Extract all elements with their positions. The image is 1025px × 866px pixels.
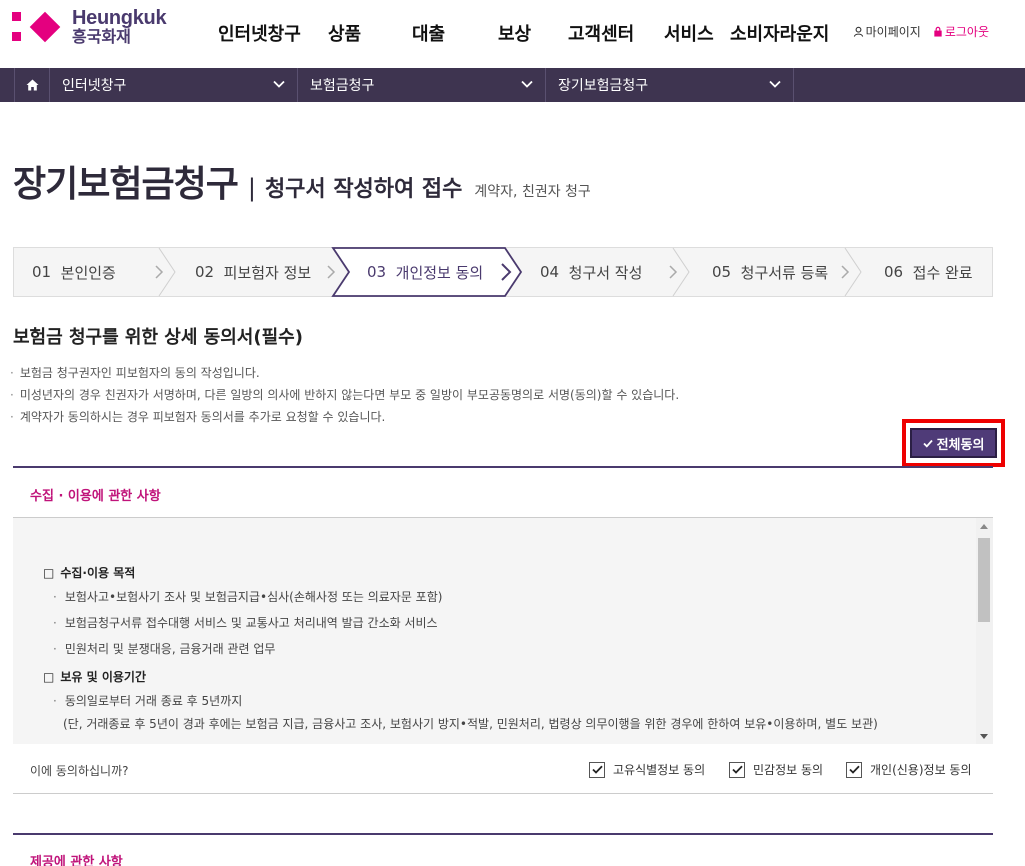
chevron-down-icon — [273, 80, 285, 88]
breadcrumb-label: 보험금청구 — [310, 78, 375, 94]
retention-heading: 보유 및 이용기간 — [43, 666, 963, 688]
checkbox-box[interactable] — [846, 761, 862, 778]
section-divider — [13, 833, 993, 835]
nav-item-loans[interactable]: 대출 — [412, 20, 498, 46]
page-title-sub: 청구서 작성하여 접수 — [264, 177, 463, 202]
chevron-down-icon — [769, 80, 781, 88]
home-button[interactable] — [14, 68, 50, 102]
step-label: 피보험자 정보 — [223, 263, 312, 282]
checkbox-box[interactable] — [729, 761, 745, 778]
notice-item: 보험금 청구권자인 피보험자의 동의 작성입니다. — [10, 362, 679, 384]
breadcrumb: 인터넷창구 보험금청구 장기보험금청구 — [0, 68, 1025, 102]
breadcrumb-label: 장기보험금청구 — [558, 78, 649, 94]
step-number: 05 — [712, 263, 732, 281]
checkbox-personal-credit-consent[interactable]: 개인(신용)정보 동의 — [846, 761, 972, 778]
step-label: 접수 완료 — [912, 263, 973, 282]
section-title: 보험금 청구를 위한 상세 동의서(필수) — [13, 327, 303, 348]
step-6: 06 접수 완료 — [884, 247, 973, 297]
checkbox-sensitive-info-consent[interactable]: 민감정보 동의 — [729, 761, 823, 778]
scroll-thumb[interactable] — [978, 538, 990, 622]
logo-name-ko: 흥국화재 — [72, 27, 131, 46]
agreement-row: 이에 동의하십니까? 고유식별정보 동의 민감정보 동의 개인(신용)정보 동의 — [13, 744, 993, 794]
progress-steps: 01 본인인증 02 피보험자 정보 03 개인정보 동의 04 청구서 작성 … — [13, 247, 993, 297]
home-icon — [26, 79, 38, 91]
lock-icon — [934, 26, 942, 37]
scroll-down-arrow-icon[interactable] — [980, 734, 988, 739]
purpose-item: 민원처리 및 분쟁대응, 금융거래 관련 업무 — [43, 636, 963, 662]
step-number: 01 — [32, 263, 52, 281]
purpose-item: 보험금청구서류 접수대행 서비스 및 교통사고 처리내역 발급 간소화 서비스 — [43, 610, 963, 636]
logo-mark-icon — [12, 10, 62, 44]
step-label: 개인정보 동의 — [395, 263, 484, 282]
page-title: 장기보험금청구 | 청구서 작성하여 접수 계약자, 친권자 청구 — [13, 155, 591, 207]
page-title-main: 장기보험금청구 — [13, 164, 239, 205]
scroll-up-arrow-icon[interactable] — [980, 524, 988, 529]
step-4: 04 청구서 작성 — [540, 247, 642, 297]
step-number: 03 — [367, 263, 387, 281]
consent-text-scrollbox[interactable]: 수집·이용 목적 보험사고•보험사기 조사 및 보험금지급•심사(손해사정 또는… — [13, 517, 993, 744]
breadcrumb-dropdown-claim[interactable]: 보험금청구 — [298, 68, 546, 102]
nav-item-products[interactable]: 상품 — [328, 20, 412, 46]
step-label: 청구서류 등록 — [740, 263, 829, 282]
step-2: 02 피보험자 정보 — [195, 247, 311, 297]
checkbox-box[interactable] — [589, 761, 605, 778]
step-number: 02 — [195, 263, 215, 281]
retention-detail: (단, 거래종료 후 5년이 경과 후에는 보험금 지급, 금융사고 조사, 보… — [63, 717, 878, 731]
checkbox-unique-id-consent[interactable]: 고유식별정보 동의 — [589, 761, 705, 778]
purpose-heading: 수집·이용 목적 — [43, 562, 963, 584]
scrollbar[interactable] — [976, 518, 993, 744]
person-icon — [853, 26, 863, 37]
collect-section-title: 수집 · 이용에 관한 사항 — [30, 489, 161, 504]
breadcrumb-label: 인터넷창구 — [62, 78, 127, 94]
logout-link[interactable]: 로그아웃 — [933, 23, 989, 40]
mypage-label: 마이페이지 — [865, 25, 921, 39]
step-number: 04 — [540, 263, 560, 281]
logout-label: 로그아웃 — [944, 25, 989, 39]
mypage-link[interactable]: 마이페이지 — [853, 23, 921, 40]
utility-links: 마이페이지 로그아웃 — [841, 23, 989, 40]
section-divider — [13, 466, 993, 468]
page-title-note: 계약자, 친권자 청구 — [474, 184, 591, 200]
breadcrumb-dropdown-long-term-claim[interactable]: 장기보험금청구 — [546, 68, 794, 102]
check-icon — [591, 765, 603, 774]
step-5: 05 청구서류 등록 — [712, 247, 828, 297]
step-3-active: 03 개인정보 동의 — [367, 247, 483, 297]
header: Heungkuk 흥국화재 인터넷창구 상품 대출 보상 고객센터 서비스 소비… — [0, 0, 1025, 68]
check-icon — [731, 765, 743, 774]
check-icon — [922, 439, 933, 448]
breadcrumb-dropdown-internet-window[interactable]: 인터넷창구 — [50, 68, 298, 102]
checkbox-label: 고유식별정보 동의 — [613, 763, 706, 777]
check-icon — [848, 765, 860, 774]
step-label: 청구서 작성 — [568, 263, 643, 282]
nav-item-compensation[interactable]: 보상 — [498, 20, 568, 46]
agree-all-label: 전체동의 — [936, 437, 985, 453]
agreement-question: 이에 동의하십니까? — [30, 764, 129, 778]
agree-all-highlight: 전체동의 — [902, 419, 1005, 467]
provide-section-title: 제공에 관한 사항 — [30, 855, 123, 866]
step-separators — [155, 247, 862, 297]
nav-item-internet-window[interactable]: 인터넷창구 — [218, 20, 328, 46]
main-nav: 인터넷창구 상품 대출 보상 고객센터 서비스 소비자라운지 — [218, 20, 829, 46]
step-1: 01 본인인증 — [32, 247, 116, 297]
nav-item-customer-center[interactable]: 고객센터 — [568, 20, 664, 46]
purpose-item: 보험사고•보험사기 조사 및 보험금지급•심사(손해사정 또는 의료자문 포함) — [43, 584, 963, 610]
logo[interactable]: Heungkuk 흥국화재 — [12, 7, 167, 46]
nav-item-services[interactable]: 서비스 — [664, 20, 730, 46]
chevron-down-icon — [521, 80, 533, 88]
step-label: 본인인증 — [60, 263, 116, 282]
notice-list: 보험금 청구권자인 피보험자의 동의 작성입니다. 미성년자의 경우 친권자가 … — [10, 362, 679, 428]
retention-item: 동의일로부터 거래 종료 후 5년까지 — [43, 688, 963, 714]
notice-item: 미성년자의 경우 친권자가 서명하며, 다른 일방의 의사에 반하지 않는다면 … — [10, 384, 679, 406]
checkbox-label: 개인(신용)정보 동의 — [870, 763, 972, 777]
nav-item-consumer-lounge[interactable]: 소비자라운지 — [730, 20, 829, 46]
page-title-separator: | — [247, 174, 256, 202]
consent-text: 수집·이용 목적 보험사고•보험사기 조사 및 보험금지급•심사(손해사정 또는… — [43, 562, 963, 734]
notice-item: 계약자가 동의하시는 경우 피보험자 동의서를 추가로 요청할 수 있습니다. — [10, 406, 679, 428]
logo-name-en: Heungkuk — [72, 7, 167, 29]
checkbox-label: 민감정보 동의 — [753, 763, 824, 777]
agree-all-button[interactable]: 전체동의 — [910, 428, 997, 458]
step-number: 06 — [884, 263, 904, 281]
